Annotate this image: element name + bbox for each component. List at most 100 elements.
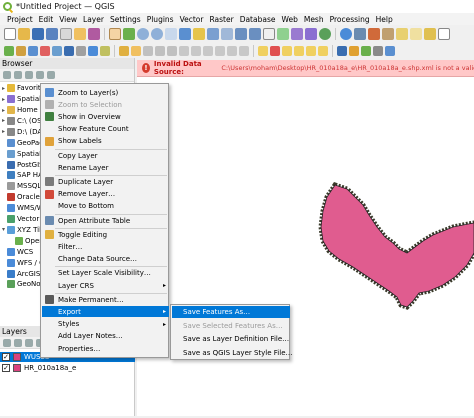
- new-project-icon[interactable]: [4, 28, 16, 40]
- menu-item-copy-layer[interactable]: Copy Layer: [42, 150, 169, 161]
- expand-arrow-icon[interactable]: ▸: [0, 117, 7, 124]
- results-viewer-icon[interactable]: [385, 45, 395, 56]
- menu-mesh[interactable]: Mesh: [301, 15, 327, 24]
- menu-item-show-feature-count[interactable]: Show Feature Count: [42, 124, 169, 135]
- new-bookmark-icon[interactable]: [291, 28, 303, 40]
- add-raster-layer-icon[interactable]: [16, 45, 26, 56]
- menu-item-add-layer-notes[interactable]: Add Layer Notes…: [42, 331, 169, 342]
- menu-vector[interactable]: Vector: [177, 15, 207, 24]
- menu-item-export[interactable]: Export ▸: [42, 306, 169, 318]
- refresh-icon[interactable]: [319, 28, 331, 40]
- submenu-item-save-selected-features-as[interactable]: Save Selected Features As…: [172, 320, 290, 332]
- open-project-icon[interactable]: [18, 28, 30, 40]
- paste-features-icon[interactable]: [215, 45, 225, 56]
- zoom-last-icon[interactable]: [235, 28, 247, 40]
- text-annotation-icon[interactable]: [438, 28, 450, 40]
- show-bookmarks-icon[interactable]: [305, 28, 317, 40]
- pan-to-selection-icon[interactable]: [123, 28, 135, 40]
- menu-item-filter[interactable]: Filter…: [42, 241, 169, 252]
- undo-icon[interactable]: [227, 45, 237, 56]
- statistics-icon[interactable]: [368, 28, 380, 40]
- add-delimited-text-icon[interactable]: [40, 45, 50, 56]
- pin-labels-icon[interactable]: [270, 45, 280, 56]
- submenu-item-save-as-qgis-layer-style-file[interactable]: Save as QGIS Layer Style File…: [172, 347, 293, 359]
- layer-item-hr-010a18a-e[interactable]: ✓ HR_010a18a_e: [0, 363, 135, 373]
- new-3d-view-icon[interactable]: [277, 28, 289, 40]
- submenu-item-save-features-as[interactable]: Save Features As…: [172, 306, 290, 318]
- map-canvas[interactable]: [137, 77, 474, 416]
- label-tool-icon[interactable]: [258, 45, 268, 56]
- open-styling-icon[interactable]: [3, 338, 11, 347]
- menu-database[interactable]: Database: [237, 15, 279, 24]
- copy-features-icon[interactable]: [203, 45, 213, 56]
- zoom-full-icon[interactable]: [179, 28, 191, 40]
- move-label-icon[interactable]: [294, 45, 304, 56]
- new-print-layout-icon[interactable]: [60, 28, 72, 40]
- menu-layer[interactable]: Layer: [80, 15, 107, 24]
- expand-arrow-icon[interactable]: ▸: [0, 85, 7, 92]
- current-edits-icon[interactable]: [119, 45, 129, 56]
- new-temporary-layer-icon[interactable]: [100, 45, 110, 56]
- measure-icon[interactable]: [396, 28, 408, 40]
- graphical-modeler-icon[interactable]: [361, 45, 371, 56]
- save-as-icon[interactable]: [46, 28, 58, 40]
- zoom-in-icon[interactable]: [137, 28, 149, 40]
- identify-features-icon[interactable]: [340, 28, 352, 40]
- menu-item-change-data-source[interactable]: Change Data Source…: [42, 254, 169, 265]
- pan-hand-icon[interactable]: [109, 28, 121, 40]
- menu-item-toggle-editing[interactable]: Toggle Editing: [42, 229, 169, 240]
- menu-item-show-in-overview[interactable]: Show in Overview: [42, 111, 169, 122]
- menu-item-show-labels[interactable]: Show Labels: [42, 136, 169, 147]
- add-wms-icon[interactable]: [88, 45, 98, 56]
- menu-item-set-layer-scale-visibility[interactable]: Set Layer Scale Visibility…: [42, 268, 169, 279]
- zoom-native-icon[interactable]: [221, 28, 233, 40]
- menu-plugins[interactable]: Plugins: [144, 15, 177, 24]
- expand-arrow-icon[interactable]: ▸: [0, 107, 7, 114]
- menu-web[interactable]: Web: [278, 15, 300, 24]
- expand-arrow-icon[interactable]: ▾: [0, 226, 7, 233]
- add-spatialite-icon[interactable]: [52, 45, 62, 56]
- rotate-label-icon[interactable]: [306, 45, 316, 56]
- toggle-editing-icon[interactable]: [131, 45, 141, 56]
- manage-themes-icon[interactable]: [25, 338, 33, 347]
- zoom-rubberband-icon[interactable]: [165, 28, 177, 40]
- show-hide-labels-icon[interactable]: [282, 45, 292, 56]
- add-virtual-layer-icon[interactable]: [76, 45, 86, 56]
- expand-arrow-icon[interactable]: ▸: [0, 96, 7, 103]
- processing-toolbox-icon[interactable]: [349, 45, 359, 56]
- field-calculator-icon[interactable]: [382, 28, 394, 40]
- menu-item-rename-layer[interactable]: Rename Layer: [42, 162, 169, 173]
- history-icon[interactable]: [373, 45, 383, 56]
- menu-edit[interactable]: Edit: [36, 15, 57, 24]
- properties-icon[interactable]: [47, 71, 55, 79]
- save-edits-icon[interactable]: [143, 45, 153, 56]
- menu-item-make-permanent[interactable]: Make Permanent…: [42, 294, 169, 305]
- submenu-item-save-as-layer-definition-file[interactable]: Save as Layer Definition File…: [172, 333, 290, 345]
- map-tips-icon[interactable]: [424, 28, 436, 40]
- add-postgis-icon[interactable]: [64, 45, 74, 56]
- menu-item-zoom-to-layer-s[interactable]: Zoom to Layer(s): [42, 87, 169, 98]
- menu-item-layer-crs[interactable]: Layer CRS ▸: [42, 280, 169, 291]
- zoom-selection-icon[interactable]: [193, 28, 205, 40]
- save-project-icon[interactable]: [32, 28, 44, 40]
- annotation-icon[interactable]: [410, 28, 422, 40]
- layer-visibility-checkbox[interactable]: ✓: [2, 353, 10, 361]
- refresh-icon[interactable]: [3, 71, 11, 79]
- redo-icon[interactable]: [239, 45, 249, 56]
- add-layer-icon[interactable]: [14, 71, 22, 79]
- change-label-icon[interactable]: [318, 45, 328, 56]
- menu-processing[interactable]: Processing: [327, 15, 373, 24]
- menu-item-zoom-to-selection[interactable]: Zoom to Selection: [42, 99, 169, 110]
- menu-settings[interactable]: Settings: [107, 15, 144, 24]
- cut-features-icon[interactable]: [191, 45, 201, 56]
- expand-arrow-icon[interactable]: ▸: [0, 128, 7, 135]
- zoom-next-icon[interactable]: [249, 28, 261, 40]
- layer-visibility-checkbox[interactable]: ✓: [2, 364, 10, 372]
- menu-project[interactable]: Project: [4, 15, 36, 24]
- new-map-view-icon[interactable]: [263, 28, 275, 40]
- menu-view[interactable]: View: [56, 15, 80, 24]
- attribute-table-icon[interactable]: [354, 28, 366, 40]
- menu-item-duplicate-layer[interactable]: Duplicate Layer: [42, 176, 169, 187]
- add-vector-layer-icon[interactable]: [4, 45, 14, 56]
- add-group-icon[interactable]: [14, 338, 22, 347]
